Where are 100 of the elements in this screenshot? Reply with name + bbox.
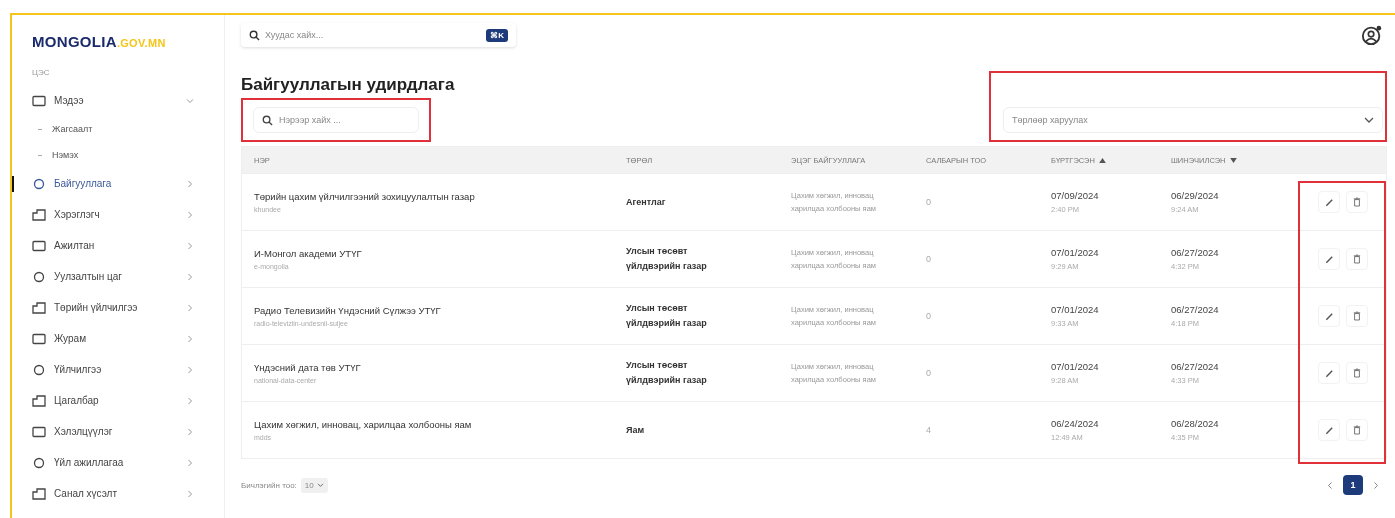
dash-icon	[38, 154, 42, 156]
page-title: Байгууллагын удирдлага	[241, 75, 456, 95]
organization-name: Цахим хөгжил, инновац, харилцаа холбооны яам	[254, 419, 473, 430]
created-date: 07/01/2024	[1051, 247, 1100, 258]
pencil-icon	[1324, 254, 1334, 264]
updated-date: 06/27/2024	[1171, 247, 1220, 258]
menu-icon	[32, 239, 46, 252]
chevron-right-icon	[186, 365, 194, 374]
chevron-right-icon	[186, 303, 194, 312]
edit-button[interactable]	[1318, 191, 1340, 213]
page-button[interactable]: 1	[1343, 475, 1363, 495]
edit-button[interactable]	[1318, 419, 1340, 441]
sidebar-item[interactable]: Цагалбар	[32, 385, 224, 416]
delete-button[interactable]	[1346, 305, 1368, 327]
branch-count: 0	[926, 254, 932, 264]
page-size-label: Бичлэгийн тоо:	[241, 480, 297, 490]
type-filter-dropdown[interactable]: Төрлөөр харуулах	[1003, 107, 1383, 133]
chevron-right-icon	[186, 241, 194, 250]
chevron-right-icon	[186, 179, 194, 188]
edit-button[interactable]	[1318, 248, 1340, 270]
menu-icon	[32, 487, 46, 500]
chevron-right-icon	[186, 427, 194, 436]
menu-icon	[32, 456, 46, 469]
organization-type: Улсын төсөвт үйлдвэрийн газар	[626, 245, 708, 273]
delete-button[interactable]	[1346, 191, 1368, 213]
chevron-right-icon	[186, 489, 194, 498]
chevron-right-icon	[186, 210, 194, 219]
sidebar-item[interactable]: Хэлэлцүүлэг	[32, 416, 224, 447]
sidebar-item[interactable]: Журам	[32, 323, 224, 354]
chevron-right-icon	[186, 458, 194, 467]
trash-icon	[1353, 197, 1361, 207]
sort-down-icon[interactable]	[1229, 157, 1237, 163]
delete-button[interactable]	[1346, 419, 1368, 441]
organization-type: Яам	[626, 423, 646, 437]
chevron-right-icon	[186, 396, 194, 405]
sidebar-item[interactable]: Үйлчилгээ	[32, 354, 224, 385]
organization-type: Агентлаг	[626, 195, 667, 209]
dash-icon	[38, 128, 42, 130]
sidebar-item[interactable]: Хэрэглэгч	[32, 199, 224, 230]
delete-button[interactable]	[1346, 362, 1368, 384]
pencil-icon	[1324, 368, 1334, 378]
shortcut-key: ⌘K	[486, 28, 508, 42]
pencil-icon	[1324, 197, 1334, 207]
chevron-right-icon	[186, 334, 194, 343]
delete-button[interactable]	[1346, 248, 1368, 270]
sidebar-item[interactable]: Байгууллага	[32, 168, 224, 199]
created-date: 07/09/2024	[1051, 190, 1100, 201]
menu-icon	[32, 332, 46, 345]
menu-icon	[32, 301, 46, 314]
branch-count: 0	[926, 368, 932, 378]
trash-icon	[1353, 311, 1361, 321]
search-icon	[262, 114, 273, 126]
menu-icon	[32, 425, 46, 438]
organization-name: Радио Телевизийн Үндэсний Сүлжээ УТҮГ	[254, 305, 442, 316]
name-search-field[interactable]: Нэрээр хайх ...	[253, 107, 419, 133]
sidebar-subitem[interactable]: Жагсаалт	[52, 124, 93, 134]
sidebar-item[interactable]: Мэдээ	[32, 85, 224, 116]
menu-icon	[32, 177, 46, 190]
sidebar-item[interactable]: Уулзалтын цаг	[32, 261, 224, 292]
updated-date: 06/29/2024	[1171, 190, 1220, 201]
pencil-icon	[1324, 425, 1334, 435]
menu-icon	[32, 394, 46, 407]
trash-icon	[1353, 368, 1361, 378]
menu-icon	[32, 363, 46, 376]
menu-icon	[32, 270, 46, 283]
branch-count: 0	[926, 311, 932, 321]
organization-name: Төрийн цахим үйлчилгээний зохицуулалтын газар	[254, 191, 476, 202]
created-date: 07/01/2024	[1051, 361, 1100, 372]
chevron-down-icon	[186, 96, 194, 105]
chevron-down-icon	[1364, 116, 1374, 124]
pencil-icon	[1324, 311, 1334, 321]
sidebar-item[interactable]: Санал хүсэлт	[32, 478, 224, 509]
chevron-right-icon	[186, 272, 194, 281]
sidebar-item[interactable]: Төрийн үйлчилгээ	[32, 292, 224, 323]
created-date: 07/01/2024	[1051, 304, 1100, 315]
organization-name: И-Монгол академи УТҮГ	[254, 248, 363, 259]
page-search-field[interactable]: Хуудас хайх... ⌘K	[241, 23, 516, 47]
sidebar-item[interactable]: Ажилтан	[32, 230, 224, 261]
edit-button[interactable]	[1318, 305, 1340, 327]
trash-icon	[1353, 425, 1361, 435]
edit-button[interactable]	[1318, 362, 1340, 384]
organization-type: Улсын төсөвт үйлдвэрийн газар	[626, 302, 708, 330]
menu-section-label: ЦЭС	[32, 68, 50, 77]
menu-icon	[32, 208, 46, 221]
branch-count: 4	[926, 425, 932, 435]
sidebar-item[interactable]: Үйл ажиллагаа	[32, 447, 224, 478]
menu-icon	[32, 94, 46, 107]
sort-up-icon[interactable]	[1098, 157, 1106, 163]
chevron-down-icon	[316, 482, 324, 488]
next-page-icon[interactable]	[1373, 480, 1379, 490]
site-logo[interactable]: MONGOLIA.GOV.MN	[32, 33, 166, 50]
branch-count: 0	[926, 197, 932, 207]
user-profile-icon[interactable]	[1361, 24, 1383, 46]
trash-icon	[1353, 254, 1361, 264]
organization-type: Улсын төсөвт үйлдвэрийн газар	[626, 359, 708, 387]
previous-page-icon[interactable]	[1327, 480, 1333, 490]
sidebar-subitem[interactable]: Нэмэх	[52, 150, 79, 160]
updated-date: 06/27/2024	[1171, 361, 1220, 372]
organization-name: Үндэсний дата төв УТҮГ	[254, 362, 362, 373]
search-icon	[249, 29, 260, 41]
